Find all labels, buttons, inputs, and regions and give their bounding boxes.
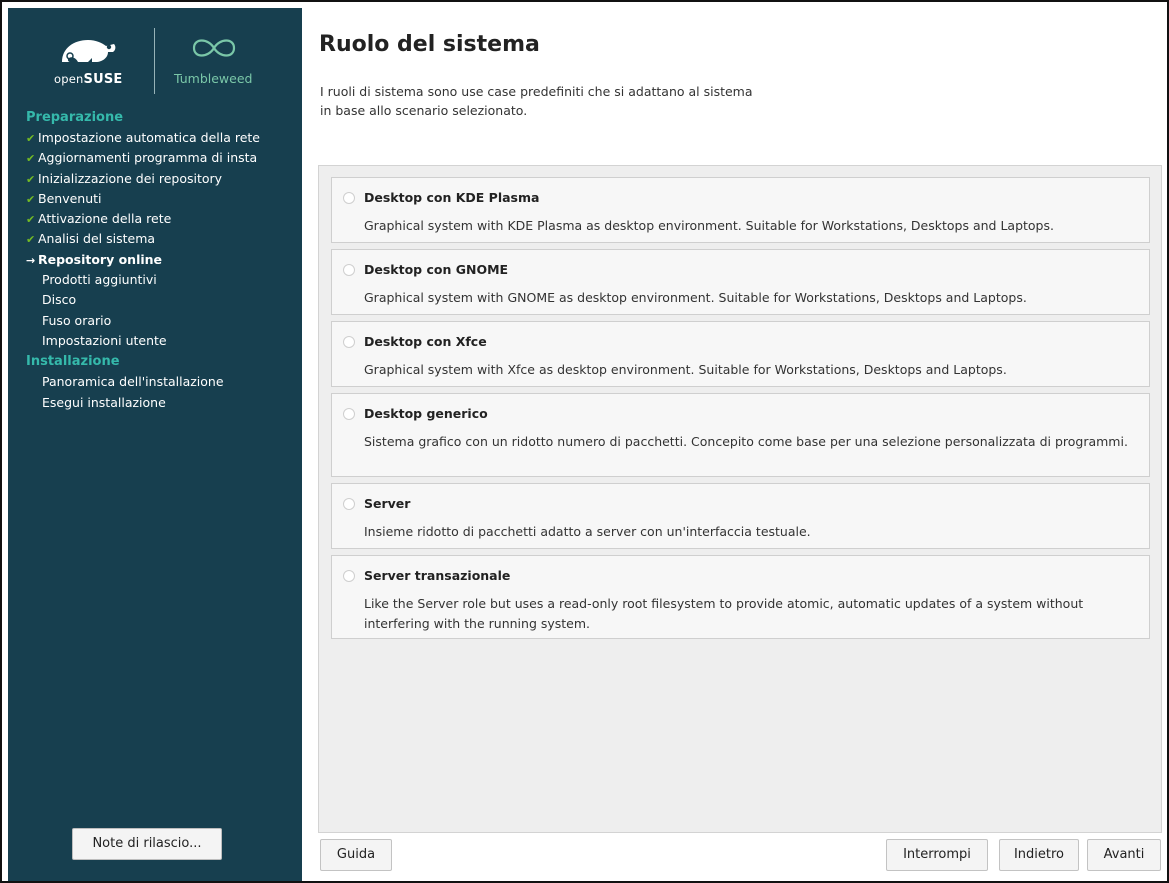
sidebar: openSUSE Tumbleweed Preparazione ✔ Impost… — [8, 8, 302, 881]
step-item: ✔ Attivazione della rete — [26, 209, 296, 229]
section-title-installation: Installazione — [26, 354, 120, 370]
step-item: ✔ Benvenuti — [26, 189, 296, 209]
check-icon: ✔ — [26, 233, 36, 247]
check-icon: ✔ — [26, 132, 36, 145]
section-title-preparation: Preparazione — [26, 110, 124, 125]
tumbleweed-infinity-icon — [192, 39, 236, 57]
radio-button[interactable] — [343, 264, 355, 276]
role-option-server[interactable]: Server Insieme ridotto di pacchetti adat… — [331, 483, 1150, 549]
role-title: Server transazionale — [364, 568, 511, 583]
step-item: ✔ Inizializzazione dei repository — [26, 169, 296, 189]
radio-button[interactable] — [343, 408, 355, 420]
role-title: Desktop con GNOME — [364, 262, 509, 277]
step-item: ✔ Analisi del sistema — [26, 229, 296, 249]
radio-button[interactable] — [343, 498, 355, 510]
roles-panel: Desktop con KDE Plasma Graphical system … — [318, 165, 1162, 833]
step-item: Esegui installazione — [42, 394, 166, 410]
radio-button[interactable] — [343, 336, 355, 348]
role-title: Desktop generico — [364, 406, 488, 421]
role-description: Graphical system with Xfce as desktop en… — [364, 362, 1007, 377]
installer-window: openSUSE Tumbleweed Preparazione ✔ Impost… — [0, 0, 1169, 883]
page-intro: I ruoli di sistema sono use case predefi… — [320, 84, 753, 118]
arrow-right-icon: → — [26, 253, 36, 267]
page-title: Ruolo del sistema — [319, 32, 540, 57]
role-description: Graphical system with GNOME as desktop e… — [364, 290, 1027, 305]
role-description: Insieme ridotto di pacchetti adatto a se… — [364, 524, 811, 539]
step-item: Impostazioni utente — [42, 332, 167, 348]
check-icon: ✔ — [26, 213, 36, 227]
role-title: Server — [364, 496, 411, 511]
opensuse-chameleon-logo — [62, 40, 116, 62]
role-title: Desktop con KDE Plasma — [364, 190, 540, 205]
release-notes-button[interactable]: Note di rilascio... — [72, 828, 222, 860]
role-option-kde[interactable]: Desktop con KDE Plasma Graphical system … — [331, 177, 1150, 243]
step-item: Disco — [42, 292, 77, 308]
role-option-transactional-server[interactable]: Server transazionale Like the Server rol… — [331, 555, 1150, 639]
role-option-gnome[interactable]: Desktop con GNOME Graphical system with … — [331, 249, 1150, 315]
check-icon: ✔ — [26, 172, 36, 186]
back-button[interactable]: Indietro — [999, 839, 1079, 871]
abort-button[interactable]: Interrompi — [886, 839, 988, 871]
role-description: Like the Server role but uses a read-onl… — [364, 596, 1084, 631]
step-item: Fuso orario — [42, 312, 112, 328]
step-item: ✔ Impostazione automatica della rete — [26, 128, 296, 148]
role-option-generic-desktop[interactable]: Desktop generico Sistema grafico con un … — [331, 393, 1150, 477]
role-description: Graphical system with KDE Plasma as desk… — [364, 218, 1054, 233]
radio-button[interactable] — [343, 192, 355, 204]
check-icon: ✔ — [26, 152, 36, 166]
help-button[interactable]: Guida — [320, 839, 392, 871]
role-option-xfce[interactable]: Desktop con Xfce Graphical system with X… — [331, 321, 1150, 387]
opensuse-wordmark: openSUSE — [54, 72, 123, 87]
installation-steps: Preparazione ✔ Impostazione automatica de… — [26, 107, 296, 413]
step-item: ✔ Aggiornamenti programma di insta — [26, 148, 296, 168]
next-button[interactable]: Avanti — [1087, 839, 1161, 871]
step-item: Panoramica dell'installazione — [42, 374, 224, 390]
tumbleweed-label: Tumbleweed — [174, 71, 253, 86]
logo-divider — [154, 28, 155, 94]
step-item-current: → Repository online — [26, 250, 296, 270]
radio-button[interactable] — [343, 570, 355, 582]
role-title: Desktop con Xfce — [364, 334, 487, 349]
check-icon: ✔ — [26, 192, 36, 206]
role-description: Sistema grafico con un ridotto numero di… — [364, 434, 1128, 449]
step-item: Prodotti aggiuntivi — [42, 272, 157, 288]
